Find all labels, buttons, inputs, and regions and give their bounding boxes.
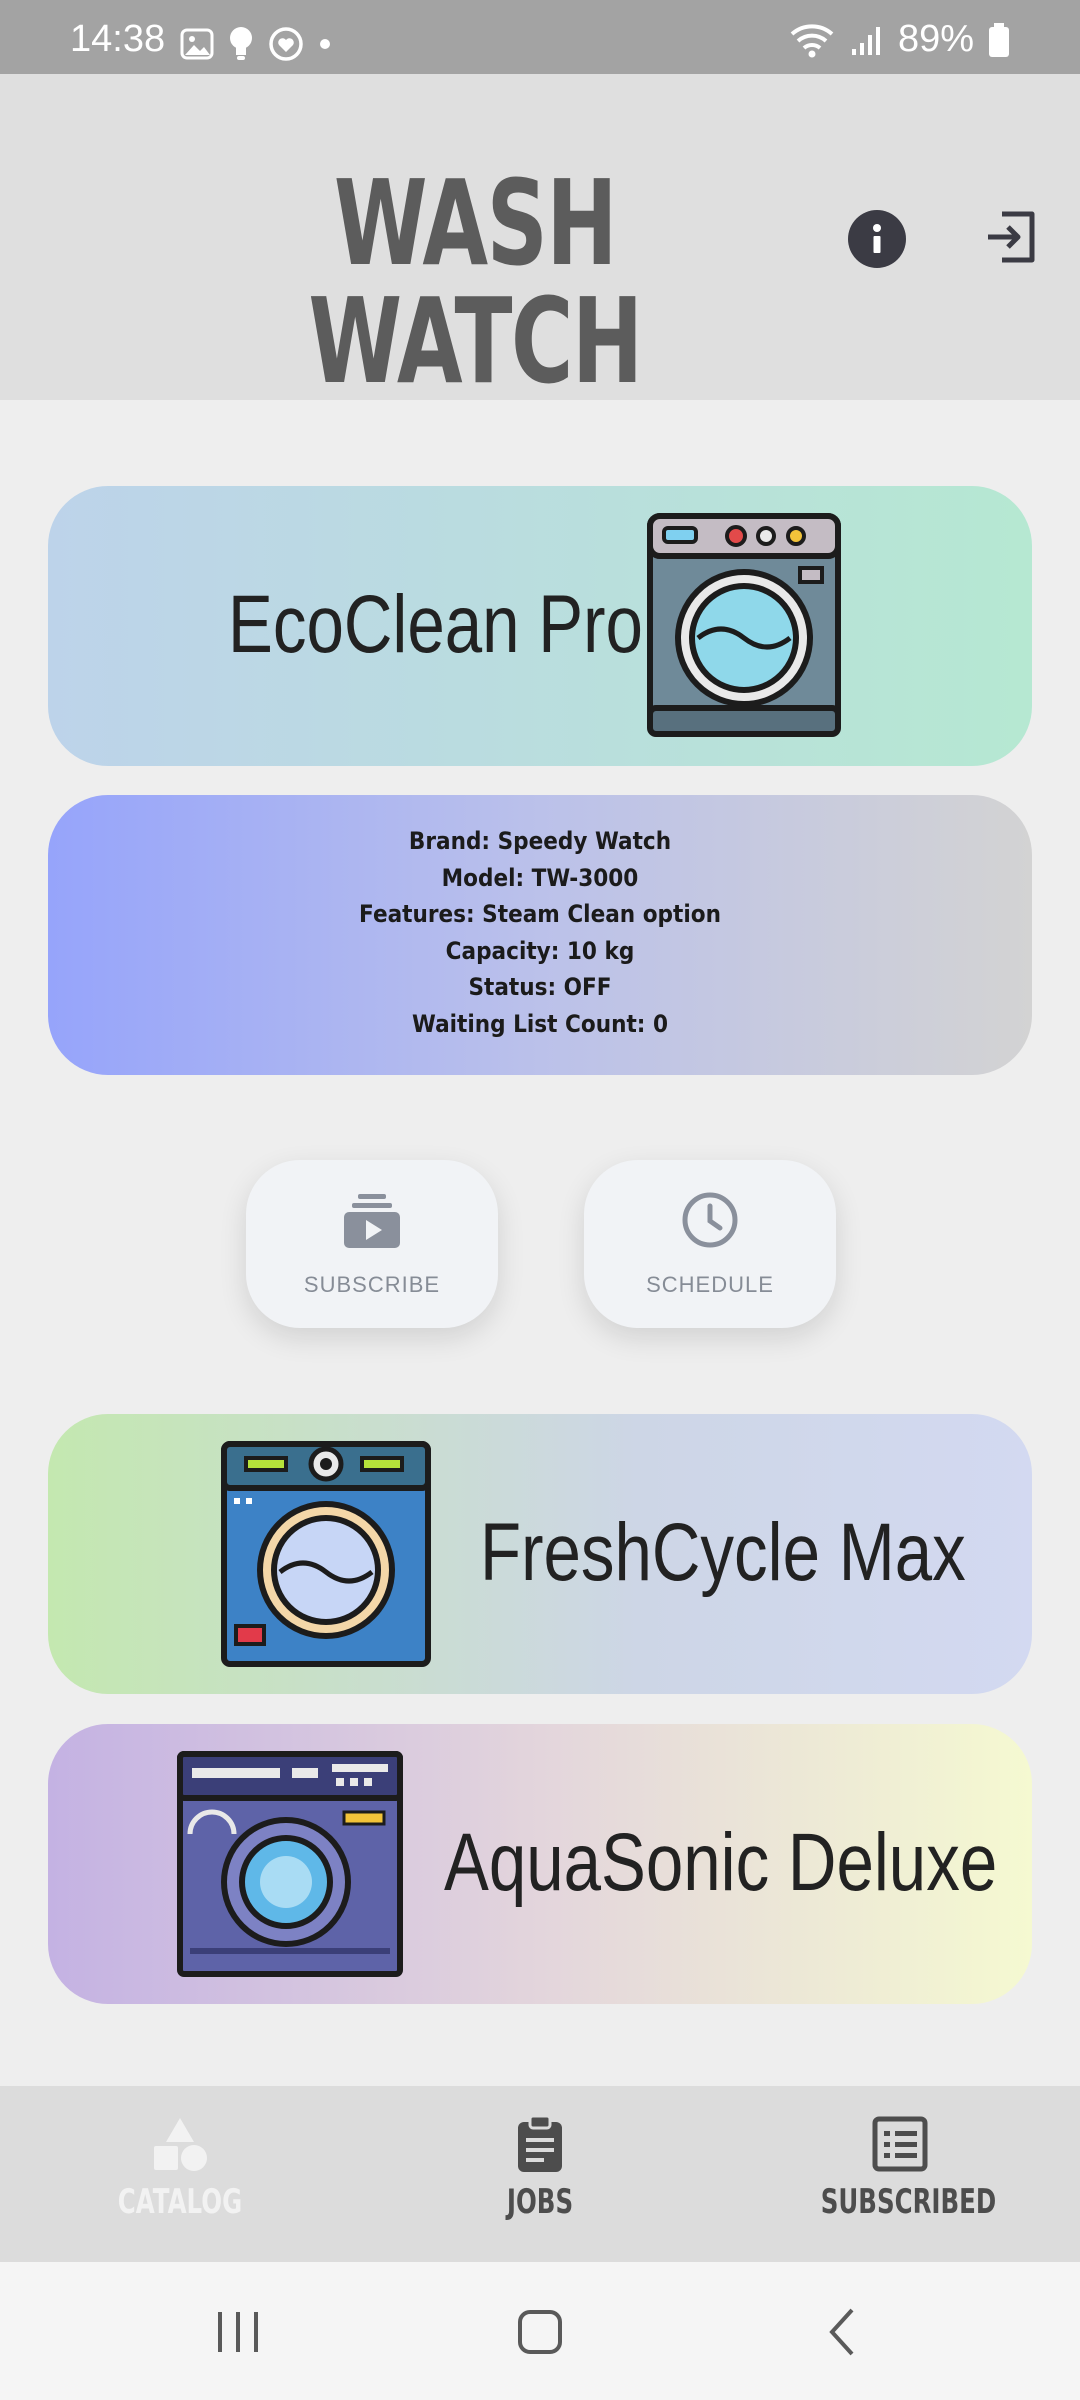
machine-details-card: Brand: Speedy Watch Model: TW-3000 Featu…	[48, 795, 1032, 1075]
detail-brand: Brand: Speedy Watch	[408, 827, 672, 855]
washing-machine-icon	[177, 1751, 403, 1977]
nav-label-subscribed: SUBSCRIBED	[820, 2182, 997, 2222]
detail-capacity: Capacity: 10 kg	[445, 936, 635, 965]
subscribe-button[interactable]: SUBSCRIBE	[246, 1160, 498, 1328]
recent-apps-icon[interactable]	[208, 2304, 268, 2360]
schedule-label: SCHEDULE	[646, 1272, 774, 1297]
subscriptions-icon	[344, 1194, 400, 1248]
status-bar: 14:38 89%	[0, 0, 1080, 74]
machine-card-aquasonic[interactable]: AquaSonic Deluxe	[48, 1724, 1032, 2004]
detail-status: Status: OFF	[468, 973, 612, 1001]
nav-item-catalog[interactable]: CATALOG	[70, 2114, 290, 2222]
nav-item-subscribed[interactable]: SUBSCRIBED	[790, 2114, 1010, 2222]
machine-name: FreshCycle Max	[480, 1507, 966, 1598]
gallery-icon	[180, 28, 214, 60]
home-icon[interactable]	[510, 2304, 570, 2360]
schedule-button[interactable]: SCHEDULE	[584, 1160, 836, 1328]
lightbulb-icon	[230, 27, 252, 60]
heart-sync-icon	[269, 27, 303, 61]
logout-icon	[988, 211, 1035, 263]
subscribe-label: SUBSCRIBE	[303, 1272, 441, 1297]
machine-name: EcoClean Pro	[228, 579, 643, 670]
status-right: 89%	[788, 18, 1010, 61]
detail-features: Features: Steam Clean option	[359, 900, 721, 928]
system-nav-bar	[0, 2262, 1080, 2400]
machine-card-ecoclean[interactable]: EcoClean Pro	[48, 486, 1032, 766]
info-button[interactable]	[848, 210, 906, 268]
info-icon	[873, 224, 881, 253]
list-icon	[872, 2116, 928, 2172]
dot-icon	[320, 39, 330, 49]
washing-machine-icon	[221, 1441, 431, 1667]
washing-machine-icon	[647, 513, 841, 737]
status-time: 14:38	[70, 18, 166, 60]
machine-name: AquaSonic Deluxe	[444, 1817, 998, 1908]
app-header: WASH WATCH	[0, 74, 1080, 400]
notification-icons	[180, 26, 332, 62]
signal-icon	[851, 26, 880, 55]
nav-label-catalog: CATALOG	[117, 2182, 243, 2222]
clock-icon	[682, 1192, 738, 1248]
bottom-nav: CATALOG JOBS SUBSCRIBED	[0, 2086, 1080, 2262]
machine-card-freshcycle[interactable]: FreshCycle Max	[48, 1414, 1032, 1694]
detail-waiting-count: Waiting List Count: 0	[412, 1009, 668, 1038]
battery-icon	[989, 22, 1009, 57]
details-list: Brand: Speedy Watch Model: TW-3000 Featu…	[48, 823, 1032, 1042]
app-title: WASH WATCH	[308, 154, 643, 410]
nav-label-jobs: JOBS	[506, 2182, 574, 2222]
logout-button[interactable]	[982, 208, 1040, 266]
clipboard-icon	[518, 2114, 562, 2172]
nav-item-jobs[interactable]: JOBS	[430, 2114, 650, 2222]
battery-percent: 89%	[897, 18, 974, 60]
wifi-icon	[790, 23, 834, 57]
detail-model: Model: TW-3000	[441, 863, 639, 892]
shapes-icon	[154, 2118, 207, 2171]
back-icon[interactable]	[812, 2304, 872, 2360]
